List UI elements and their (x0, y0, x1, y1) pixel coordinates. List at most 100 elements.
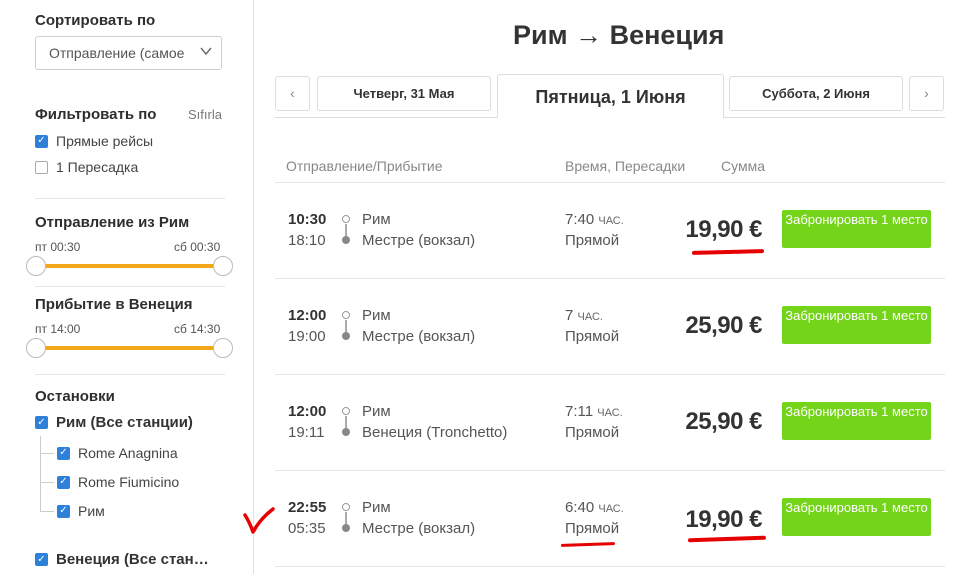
tab-next-day[interactable]: Суббота, 2 Июня (729, 76, 903, 111)
origin-station: Рим (362, 307, 391, 324)
stops-venice-group-checkbox[interactable]: ✓ Венеция (Все стан… (35, 551, 209, 568)
duration-value: 6:40 (565, 499, 595, 516)
duration: 6:40 ЧАС. (565, 499, 624, 516)
price: 25,90 € (685, 312, 762, 339)
price: 25,90 € (685, 408, 762, 435)
arrival-to-label: сб 14:30 (174, 322, 221, 336)
departure-time: 12:00 (288, 307, 327, 324)
departure-from-label: пт 00:30 (35, 240, 81, 254)
next-day-button[interactable]: › (909, 76, 944, 111)
destination-dot-icon (342, 524, 350, 532)
duration-value: 7:40 (565, 211, 595, 228)
duration: 7:11 ЧАС. (565, 403, 623, 420)
tree-connector (40, 511, 54, 512)
arrival-slider-end-handle[interactable] (213, 338, 233, 358)
red-underline-annotation (687, 535, 767, 543)
filter-direct-label: Прямые рейсы (56, 133, 154, 149)
origin-dot-icon (342, 407, 350, 415)
arrival-slider-track[interactable] (36, 346, 224, 350)
stops-venice-group-label: Венеция (Все стан… (56, 551, 209, 568)
departure-slider-start-handle[interactable] (26, 256, 46, 276)
column-header-route: Отправление/Прибытие (286, 158, 443, 174)
sort-select-value: Отправление (самое (49, 45, 185, 61)
stop-item-label: Rome Fiumicino (78, 474, 180, 490)
arrival-time: 05:35 (288, 520, 326, 537)
destination-dot-icon (342, 332, 350, 340)
row-divider (275, 566, 945, 567)
checkbox-checked-icon: ✓ (35, 553, 48, 566)
duration-unit: ЧАС. (598, 503, 624, 515)
duration-unit: ЧАС. (577, 311, 603, 323)
page-title: Рим → Венеция (513, 20, 725, 50)
departure-slider-end-handle[interactable] (213, 256, 233, 276)
divider (35, 198, 225, 199)
sort-title: Сортировать по (35, 12, 156, 29)
divider (35, 286, 225, 287)
book-button[interactable]: Забронировать 1 место (782, 210, 931, 248)
destination-station: Местре (вокзал) (362, 520, 476, 537)
stop-item-label: Rome Anagnina (78, 445, 178, 461)
stop-item-checkbox[interactable]: ✓ Rome Anagnina (57, 445, 178, 461)
column-header-sum: Сумма (721, 158, 765, 174)
divider (35, 374, 225, 375)
stops-rome-group-label: Рим (Все станции) (56, 414, 193, 431)
destination-dot-icon (342, 236, 350, 244)
route-line (345, 416, 347, 428)
chevron-left-icon: ‹ (290, 85, 295, 101)
destination-station: Венеция (Tronchetto) (362, 424, 508, 441)
stop-item-label: Рим (78, 503, 105, 519)
duration-value: 7 (565, 307, 574, 324)
filter-transfer-label: 1 Пересадка (56, 159, 139, 175)
book-button[interactable]: Забронировать 1 место (782, 306, 931, 344)
tree-connector (40, 453, 54, 454)
book-button[interactable]: Забронировать 1 место (782, 498, 931, 536)
duration: 7:40 ЧАС. (565, 211, 624, 228)
checkbox-checked-icon: ✓ (35, 416, 48, 429)
stop-item-checkbox[interactable]: ✓ Rome Fiumicino (57, 474, 179, 490)
tab-prev-day[interactable]: Четверг, 31 Мая (317, 76, 491, 111)
arrival-slider-start-handle[interactable] (26, 338, 46, 358)
red-underline-annotation (691, 249, 765, 255)
red-checkmark-annotation (243, 507, 275, 534)
departure-time: 22:55 (288, 499, 327, 516)
duration-unit: ЧАС. (597, 407, 623, 419)
origin-dot-icon (342, 503, 350, 511)
departure-slider-track[interactable] (36, 264, 224, 268)
sort-select[interactable]: Отправление (самое (35, 36, 222, 70)
destination-station: Местре (вокзал) (362, 232, 476, 249)
duration-value: 7:11 (565, 403, 594, 420)
prev-day-button[interactable]: ‹ (275, 76, 310, 111)
tree-connector (40, 436, 41, 511)
stops-rome-group-checkbox[interactable]: ✓ Рим (Все станции) (35, 414, 193, 431)
tabs-underline (275, 117, 497, 118)
route-line (345, 224, 347, 236)
chevron-down-icon (199, 44, 213, 61)
filter-transfer-checkbox[interactable]: 1 Пересадка (35, 159, 138, 175)
tab-current-day[interactable]: Пятница, 1 Июня (497, 74, 724, 118)
arrival-time: 19:00 (288, 328, 326, 345)
departure-to-label: сб 00:30 (174, 240, 221, 254)
price: 19,90 € (685, 216, 762, 243)
filter-title: Фильтровать по (35, 106, 157, 123)
arrival-time: 19:11 (288, 424, 325, 441)
arrival-title: Прибытие в Венеция (35, 296, 193, 313)
checkbox-checked-icon: ✓ (35, 134, 48, 148)
transfers: Прямой (565, 232, 620, 249)
departure-time: 12:00 (288, 403, 327, 420)
checkbox-checked-icon: ✓ (57, 475, 70, 489)
origin-dot-icon (342, 215, 350, 223)
chevron-right-icon: › (924, 85, 929, 101)
reset-link[interactable]: Sıfırla (188, 107, 222, 122)
price: 19,90 € (685, 506, 762, 533)
row-divider (275, 470, 945, 471)
row-divider (275, 374, 945, 375)
origin-station: Рим (362, 499, 391, 516)
book-button[interactable]: Забронировать 1 место (782, 402, 931, 440)
transfers: Прямой (565, 520, 620, 537)
checkbox-unchecked-icon (35, 160, 48, 174)
filter-direct-checkbox[interactable]: ✓ Прямые рейсы (35, 133, 153, 149)
stop-item-checkbox[interactable]: ✓ Рим (57, 503, 105, 519)
arrival-time: 18:10 (288, 232, 326, 249)
tree-connector (40, 482, 54, 483)
route-line (345, 320, 347, 332)
